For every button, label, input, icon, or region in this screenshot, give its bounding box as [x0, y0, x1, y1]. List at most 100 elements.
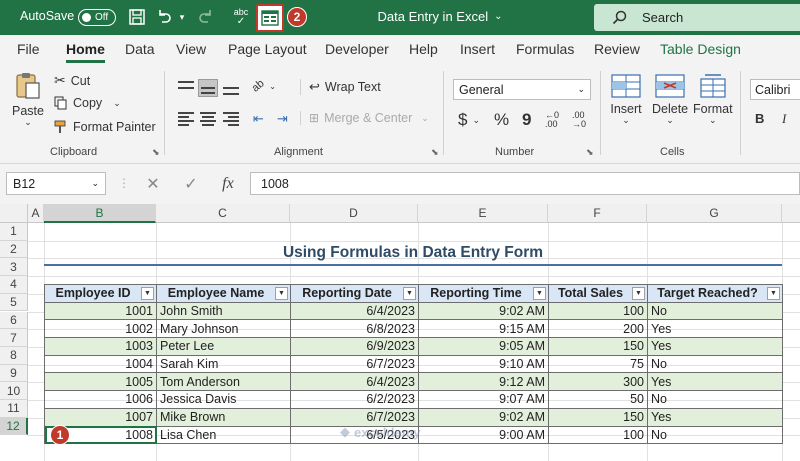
column-heading[interactable]: Reporting Time ▼	[418, 284, 549, 303]
align-left-icon[interactable]	[176, 110, 196, 128]
table-cell[interactable]: Yes	[647, 319, 783, 339]
table-cell[interactable]: 1003	[44, 337, 157, 356]
table-cell[interactable]: 150	[548, 337, 648, 356]
decrease-indent-icon[interactable]: ⇤	[253, 111, 264, 127]
column-header-c[interactable]: C	[156, 204, 290, 223]
table-cell[interactable]: 1006	[44, 390, 157, 409]
tab-view[interactable]: View	[176, 41, 206, 57]
table-cell[interactable]: 6/8/2023	[290, 319, 419, 339]
filter-dropdown-icon[interactable]: ▼	[533, 287, 546, 300]
row-header-10[interactable]: 10	[0, 382, 28, 400]
table-cell[interactable]: 1004	[44, 354, 157, 374]
paste-button[interactable]: Paste ⌄	[12, 71, 44, 128]
align-center-icon[interactable]	[198, 110, 218, 128]
select-all-corner[interactable]	[0, 204, 28, 223]
table-cell[interactable]: 9:07 AM	[418, 390, 549, 409]
table-cell[interactable]: No	[647, 354, 783, 374]
top-align-icon[interactable]	[176, 79, 196, 97]
row-header-7[interactable]: 7	[0, 329, 28, 347]
bottom-align-icon[interactable]	[221, 79, 241, 97]
undo-dropdown-icon[interactable]: ▾	[176, 6, 188, 28]
row-header-8[interactable]: 8	[0, 346, 28, 365]
copy-button[interactable]: Copy ⌄	[54, 96, 121, 110]
tab-review[interactable]: Review	[594, 41, 640, 57]
tab-table-design[interactable]: Table Design	[660, 41, 741, 57]
delete-cells-button[interactable]: Delete ⌄	[652, 73, 688, 126]
row-header-2[interactable]: 2	[0, 240, 28, 259]
row-header-4[interactable]: 4	[0, 276, 28, 294]
filter-dropdown-icon[interactable]: ▼	[403, 287, 416, 300]
row-header-5[interactable]: 5	[0, 293, 28, 312]
column-header-b[interactable]: B	[44, 204, 156, 223]
table-cell[interactable]: No	[647, 390, 783, 409]
table-cell[interactable]: 1001	[44, 301, 157, 321]
enter-icon[interactable]: ✓	[184, 174, 197, 194]
column-header-e[interactable]: E	[418, 204, 548, 223]
table-cell[interactable]: 9:00 AM	[418, 425, 549, 445]
insert-function-button[interactable]: fx	[222, 175, 234, 193]
table-cell[interactable]: 9:12 AM	[418, 372, 549, 392]
table-cell[interactable]: Mike Brown	[156, 407, 291, 427]
insert-cells-button[interactable]: Insert ⌄	[610, 73, 642, 126]
format-painter-button[interactable]: Format Painter	[54, 120, 156, 134]
row-header-12[interactable]: 12	[0, 417, 28, 436]
table-cell[interactable]: 6/4/2023	[290, 372, 419, 392]
column-heading[interactable]: Employee Name ▼	[156, 284, 291, 303]
spelling-icon[interactable]: abc ✓	[230, 6, 252, 28]
row-header-9[interactable]: 9	[0, 364, 28, 383]
table-cell[interactable]: Tom Anderson	[156, 372, 291, 392]
table-cell[interactable]: Lisa Chen	[156, 425, 291, 445]
filter-dropdown-icon[interactable]: ▼	[767, 287, 780, 300]
orientation-icon[interactable]: ab ⌄	[250, 77, 276, 94]
formula-input[interactable]: 1008	[250, 172, 800, 195]
align-right-icon[interactable]	[221, 110, 241, 128]
bold-button[interactable]: B	[755, 111, 764, 126]
comma-style-button[interactable]: 9	[522, 110, 531, 130]
table-cell[interactable]: 150	[548, 407, 648, 427]
table-cell[interactable]: 6/2/2023	[290, 390, 419, 409]
save-icon[interactable]	[126, 6, 148, 28]
table-cell[interactable]: Yes	[647, 337, 783, 356]
dialog-launcher-icon[interactable]: ⬊	[586, 147, 594, 158]
tab-data[interactable]: Data	[125, 41, 155, 57]
table-cell[interactable]: 1007	[44, 407, 157, 427]
row-header-6[interactable]: 6	[0, 311, 28, 330]
number-format-select[interactable]: General ⌄	[453, 79, 591, 100]
sheet-title[interactable]: Using Formulas in Data Entry Form	[44, 241, 782, 266]
italic-icon[interactable]: I	[782, 111, 786, 127]
wrap-text-button[interactable]: ↩ Wrap Text	[300, 79, 381, 95]
table-cell[interactable]: Peter Lee	[156, 337, 291, 356]
dialog-launcher-icon[interactable]: ⬊	[431, 147, 439, 158]
table-cell[interactable]: 6/4/2023	[290, 301, 419, 321]
table-cell[interactable]: 9:02 AM	[418, 301, 549, 321]
tab-file[interactable]: File	[17, 41, 40, 57]
search-box[interactable]: Search	[594, 4, 800, 31]
table-cell[interactable]: 200	[548, 319, 648, 339]
increase-decimal-icon[interactable]: ←0.00	[545, 111, 559, 129]
row-header-3[interactable]: 3	[0, 258, 28, 277]
table-cell[interactable]: 1002	[44, 319, 157, 339]
autosave-toggle[interactable]: Off	[78, 9, 116, 26]
cut-button[interactable]: ✂ Cut	[54, 72, 90, 89]
table-cell[interactable]: No	[647, 425, 783, 445]
currency-button[interactable]: $ ⌄	[458, 110, 480, 130]
table-cell[interactable]: 75	[548, 354, 648, 374]
form-icon[interactable]	[256, 4, 284, 32]
tab-developer[interactable]: Developer	[325, 41, 389, 57]
column-heading[interactable]: Target Reached? ▼	[647, 284, 783, 303]
filter-dropdown-icon[interactable]: ▼	[141, 287, 154, 300]
column-header-a[interactable]: A	[28, 204, 44, 223]
filter-dropdown-icon[interactable]: ▼	[632, 287, 645, 300]
table-cell[interactable]: No	[647, 301, 783, 321]
middle-align-icon[interactable]	[198, 79, 218, 97]
increase-indent-icon[interactable]: ⇥	[277, 111, 288, 127]
tab-formulas[interactable]: Formulas	[516, 41, 574, 57]
table-cell[interactable]: 1005	[44, 372, 157, 392]
tab-insert[interactable]: Insert	[460, 41, 495, 57]
tab-page-layout[interactable]: Page Layout	[228, 41, 307, 57]
table-cell[interactable]: 9:10 AM	[418, 354, 549, 374]
column-header-d[interactable]: D	[290, 204, 418, 223]
document-title[interactable]: Data Entry in Excel ⌄	[340, 9, 540, 24]
tab-home[interactable]: Home	[66, 41, 105, 63]
column-header-g[interactable]: G	[647, 204, 782, 223]
